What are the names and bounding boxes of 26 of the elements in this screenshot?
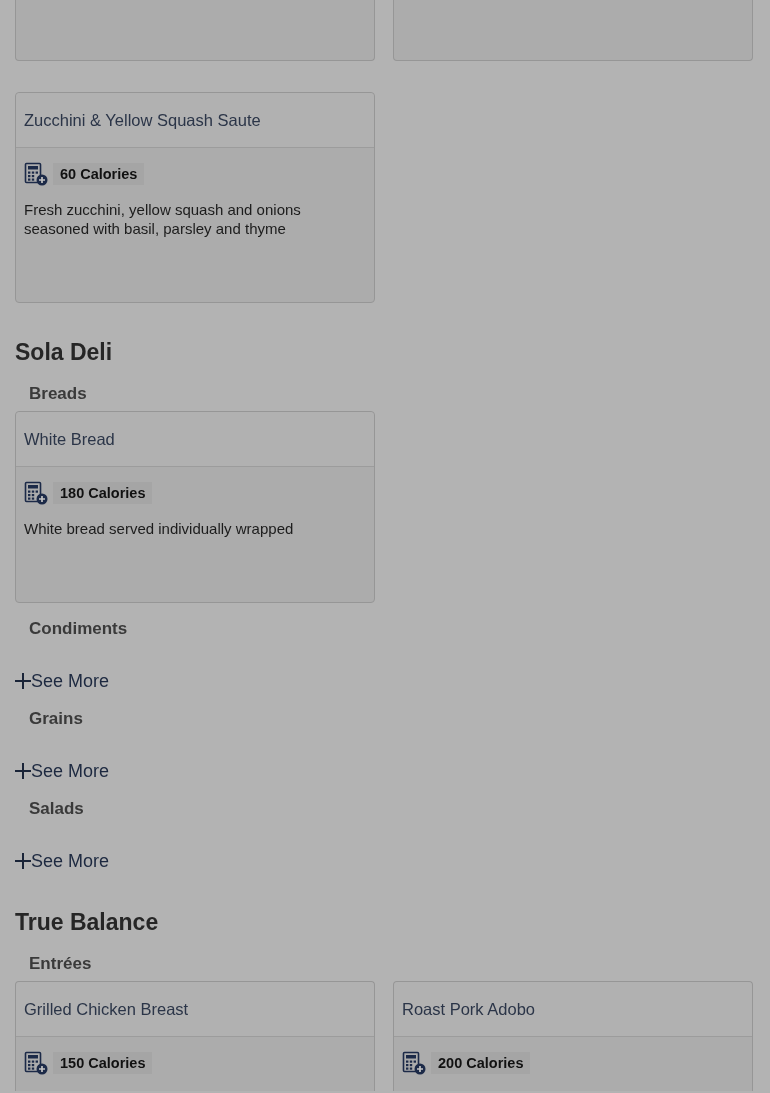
calculator-plus-icon[interactable] (402, 1051, 426, 1075)
plus-icon (15, 853, 31, 869)
item-name[interactable]: Grilled Chicken Breast (24, 999, 189, 1019)
calories-badge: 180 Calories (53, 482, 153, 504)
plus-icon (15, 763, 31, 779)
calculator-plus-icon[interactable] (24, 481, 48, 505)
calories-badge: 200 Calories (431, 1052, 531, 1074)
item-description: Fresh zucchini, yellow squash and onions seasoned with basil, parsley and thyme (24, 200, 302, 238)
category-heading: Condiments (29, 618, 129, 640)
category-heading: Entrées (29, 953, 93, 975)
calories-badge: 60 Calories (53, 163, 145, 185)
station-heading: Sola Deli (15, 338, 114, 367)
see-more-link[interactable]: See More (15, 669, 110, 693)
plus-icon (15, 673, 31, 689)
see-more-link[interactable]: See More (15, 759, 110, 783)
item-description: White bread served individually wrapped (24, 519, 295, 538)
calories-badge: 150 Calories (53, 1052, 153, 1074)
station-heading: True Balance (15, 908, 160, 937)
category-heading: Breads (29, 383, 88, 405)
category-heading: Salads (29, 798, 85, 820)
item-name[interactable]: Roast Pork Adobo (402, 999, 535, 1019)
category-heading: Grains (29, 708, 84, 730)
calculator-plus-icon[interactable] (24, 162, 48, 186)
see-more-link[interactable]: See More (15, 849, 110, 873)
item-name[interactable]: White Bread (24, 429, 115, 449)
calculator-plus-icon[interactable] (24, 1051, 48, 1075)
